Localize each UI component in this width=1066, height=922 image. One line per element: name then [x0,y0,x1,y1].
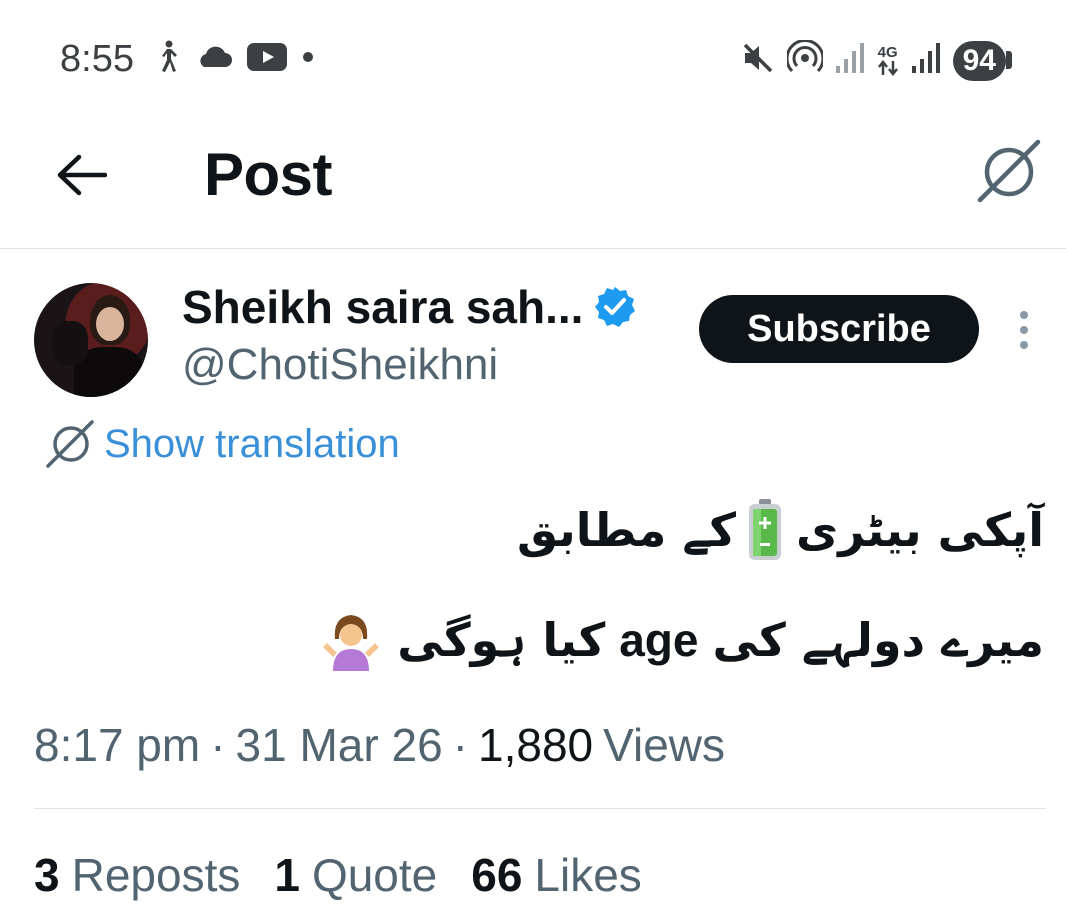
reposts-link[interactable]: 3 Reposts [34,848,240,902]
battery-indicator: 94 [952,40,1013,81]
post-text-segment: کے مطابق [517,503,737,557]
battery-emoji-icon [749,499,782,561]
translate-button[interactable] [974,136,1044,206]
signal-icon [835,42,865,79]
shrugging-woman-emoji-icon [319,609,383,671]
post-time: 8:17 pm [34,719,201,771]
avatar[interactable] [34,283,148,397]
more-dot-icon [1020,311,1028,319]
post-text-segment: میرے دولہے کی [712,613,1044,667]
verified-badge-icon [595,287,636,327]
meta-separator: · [452,719,468,771]
quotes-link[interactable]: 1 Quote [274,848,437,902]
status-left-icons [155,40,315,79]
views-count: 1,880 [478,719,594,771]
meta-separator: · [210,719,226,771]
more-dot-icon [1020,326,1028,334]
post-date: 31 Mar 26 [235,719,443,771]
author-name-text: Sheikh saira sah... [182,281,584,333]
divider [34,808,1046,809]
back-button[interactable] [48,142,114,208]
reposts-label: Reposts [71,849,241,901]
views-link[interactable]: 1,880 Views [478,718,725,772]
post-text-line: میرے دولہے کی age کیا ہوگی [44,609,1044,671]
quotes-label: Quote [311,849,438,901]
mute-icon [741,41,775,80]
post-text-segment: آپکی بیٹری [796,503,1044,557]
4g-icon: 4G [877,45,899,76]
show-translation-link[interactable]: Show translation [44,418,400,470]
subscribe-button[interactable]: Subscribe [699,295,979,363]
youtube-icon [247,43,287,76]
post-text-segment: کیا ہوگی [397,613,606,667]
post-meta: 8:17 pm · 31 Mar 26 · 1,880 Views [34,718,725,772]
cloud-icon [195,45,233,74]
engagement-stats: 3 Reposts 1 Quote 66 Likes [34,848,642,902]
page-title: Post [204,141,333,208]
post-text-latin: age [619,614,699,666]
translate-icon [977,139,1041,203]
top-bar: Post [0,120,1066,249]
walking-icon [155,40,181,79]
author-name[interactable]: Sheikh saira sah... [182,280,637,334]
status-bar: 8:55 4G 94 [0,0,1066,120]
post-text: آپکی بیٹری کے مطابق میرے دولہے کی age کی… [44,499,1044,720]
likes-link[interactable]: 66 Likes [471,848,642,902]
more-options-button[interactable] [1006,305,1042,355]
likes-label: Likes [534,849,642,901]
likes-count: 66 [471,849,523,901]
dot-icon [301,50,315,69]
author-handle[interactable]: @ChotiSheikhni [182,340,498,390]
hotspot-icon [785,39,825,81]
status-time: 8:55 [60,38,134,80]
quotes-count: 1 [274,849,300,901]
status-right-icons: 4G 94 [741,39,1013,81]
reposts-count: 3 [34,849,60,901]
arrow-left-icon [57,154,107,196]
signal-icon [911,42,941,79]
translate-icon [46,420,94,468]
views-label: Views [603,719,725,771]
post-text-line: آپکی بیٹری کے مطابق [44,499,1044,561]
more-dot-icon [1020,341,1028,349]
show-translation-label: Show translation [104,421,400,466]
